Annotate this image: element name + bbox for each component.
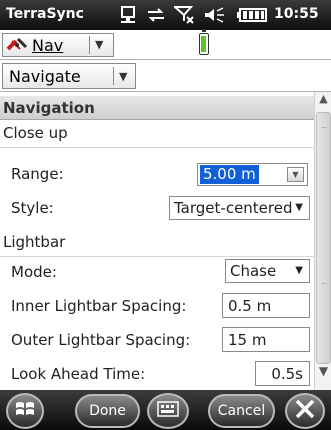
range-label: Range: bbox=[11, 165, 64, 183]
battery-status-icon[interactable] bbox=[236, 5, 268, 25]
scroll-up-icon[interactable]: ▲ bbox=[316, 92, 331, 110]
done-button[interactable]: Done bbox=[75, 394, 140, 428]
app-title: TerraSync bbox=[6, 6, 84, 22]
navigate-label: Navigate bbox=[9, 67, 81, 86]
softkey-bar: Done Cancel bbox=[0, 390, 331, 430]
range-field[interactable]: 5.00 m ▼ bbox=[197, 163, 308, 186]
chevron-down-icon[interactable]: ▼ bbox=[95, 38, 103, 51]
look-ahead-input[interactable]: 0.5s bbox=[255, 361, 310, 386]
connectivity-icon[interactable] bbox=[118, 5, 138, 25]
volume-icon[interactable] bbox=[203, 5, 225, 25]
nav-label: Nav bbox=[32, 35, 64, 55]
chevron-down-icon[interactable]: ▼ bbox=[295, 202, 303, 213]
inner-spacing-label: Inner Lightbar Spacing: bbox=[11, 297, 187, 315]
group-lightbar-label: Lightbar bbox=[3, 233, 66, 251]
title-bar: TerraSync 10:55 bbox=[0, 0, 331, 30]
outer-spacing-label: Outer Lightbar Spacing: bbox=[11, 331, 191, 349]
cancel-label: Cancel bbox=[217, 403, 266, 419]
done-label: Done bbox=[89, 403, 126, 419]
look-ahead-label: Look Ahead Time: bbox=[11, 365, 146, 383]
outer-spacing-input[interactable]: 15 m bbox=[222, 327, 310, 352]
vertical-scrollbar[interactable]: ▲ ▼ bbox=[314, 92, 331, 390]
windows-logo-icon bbox=[14, 399, 36, 423]
satellite-icon bbox=[6, 35, 28, 55]
section-toolbar: Nav ▼ bbox=[0, 29, 331, 60]
subsection-toolbar: Navigate ▼ bbox=[0, 60, 331, 92]
style-value: Target-centered bbox=[174, 199, 293, 217]
group-close-up-label: Close up bbox=[3, 124, 68, 142]
close-icon bbox=[294, 398, 316, 424]
close-button[interactable] bbox=[285, 393, 325, 429]
section-title: Navigation bbox=[3, 99, 95, 117]
nav-section-button[interactable]: Nav ▼ bbox=[2, 33, 114, 57]
mode-value: Chase bbox=[230, 262, 277, 280]
chevron-down-icon[interactable]: ▼ bbox=[295, 265, 303, 276]
scroll-thumb[interactable] bbox=[316, 112, 331, 364]
range-value[interactable]: 5.00 m bbox=[200, 165, 259, 184]
inner-spacing-input[interactable]: 0.5 m bbox=[222, 293, 310, 318]
mode-select[interactable]: Chase ▼ bbox=[225, 259, 310, 283]
chevron-down-icon[interactable]: ▼ bbox=[119, 70, 127, 83]
cancel-button[interactable]: Cancel bbox=[208, 394, 275, 428]
gps-battery-icon[interactable] bbox=[199, 29, 209, 55]
clock-time[interactable]: 10:55 bbox=[274, 6, 319, 22]
navigate-dropdown-button[interactable]: Navigate ▼ bbox=[2, 63, 136, 89]
section-header: Navigation bbox=[0, 96, 314, 120]
start-button[interactable] bbox=[6, 393, 44, 429]
style-label: Style: bbox=[11, 199, 54, 217]
keyboard-icon bbox=[157, 401, 179, 421]
style-select[interactable]: Target-centered ▼ bbox=[169, 196, 310, 220]
keyboard-button[interactable] bbox=[147, 393, 189, 429]
settings-form: Navigation Close up Range: 5.00 m ▼ Styl… bbox=[0, 92, 314, 390]
signal-off-icon[interactable] bbox=[173, 5, 195, 25]
scroll-down-icon[interactable]: ▼ bbox=[316, 364, 331, 386]
sync-arrows-icon[interactable] bbox=[145, 5, 167, 25]
mode-label: Mode: bbox=[11, 263, 57, 281]
range-dropdown-button[interactable]: ▼ bbox=[287, 167, 304, 182]
